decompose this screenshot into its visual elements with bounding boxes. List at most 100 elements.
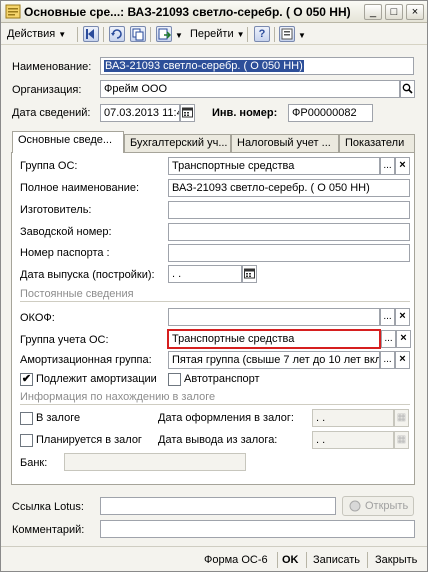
pledge-out-date-field[interactable]: . . <box>312 431 394 449</box>
calendar-icon[interactable]: ▦ <box>394 431 409 449</box>
vehicle-checkbox-label: Автотранспорт <box>184 373 260 385</box>
pledge-date-label: Дата оформления в залог: <box>158 412 294 424</box>
bank-label: Банк: <box>20 457 48 469</box>
organization-field[interactable]: Фрейм ООО <box>100 80 400 98</box>
name-label: Наименование: <box>12 61 92 73</box>
open-button[interactable]: Открыть <box>342 496 414 516</box>
toolbar-separator <box>77 27 78 42</box>
okof-label: ОКОФ: <box>20 312 55 324</box>
pledge-checkbox[interactable] <box>20 412 33 425</box>
date-field[interactable]: 07.03.2013 11:4 <box>100 104 180 122</box>
help-icon[interactable]: ? <box>254 26 270 42</box>
window-title: Основные сре...: ВАЗ-21093 светло-серебр… <box>24 5 351 19</box>
permanent-info-heading: Постоянные сведения <box>20 288 134 300</box>
chevron-down-icon: ▼ <box>236 30 245 39</box>
inventory-number-field[interactable]: ФР00000082 <box>288 104 373 122</box>
lotus-link-label: Ссылка Lotus: <box>12 501 84 513</box>
globe-icon <box>349 500 361 512</box>
minimize-button[interactable]: _ <box>364 4 382 20</box>
toolbar: Действия ▼ ▼ Перейти ▼ ? ▼ <box>1 23 427 45</box>
pledge-out-date-label: Дата вывода из залога: <box>158 434 278 446</box>
tab-main-info[interactable]: Основные сведе... <box>12 131 124 153</box>
button-separator <box>277 552 278 568</box>
group-os-field[interactable]: Транспортные средства <box>168 157 380 175</box>
name-field-value: ВАЗ-21093 светло-серебр. ( О 050 НН) <box>104 60 304 72</box>
form-os6-button[interactable]: Форма ОС-6 <box>204 550 268 570</box>
document-window: Основные сре...: ВАЗ-21093 светло-серебр… <box>0 0 428 572</box>
serial-number-label: Заводской номер: <box>20 226 112 238</box>
post-document-icon[interactable] <box>156 26 172 42</box>
button-separator <box>367 552 368 568</box>
name-field[interactable]: ВАЗ-21093 светло-серебр. ( О 050 НН) <box>100 57 414 75</box>
pledge-checkbox-label: В залоге <box>36 412 81 424</box>
title-bar[interactable]: Основные сре...: ВАЗ-21093 светло-серебр… <box>1 1 427 23</box>
clear-icon[interactable]: × <box>396 330 411 348</box>
ok-button[interactable]: OK <box>282 550 299 570</box>
goto-menu[interactable]: Перейти ▼ <box>190 26 245 43</box>
settings-icon[interactable] <box>279 26 295 42</box>
select-button[interactable]: ... <box>381 330 396 348</box>
actions-menu[interactable]: Действия ▼ <box>7 26 66 43</box>
select-button[interactable]: ... <box>380 308 395 326</box>
calendar-icon[interactable]: ▦ <box>394 409 409 427</box>
section-divider <box>20 404 410 405</box>
inventory-number-label: Инв. номер: <box>212 107 278 119</box>
comment-field[interactable] <box>100 520 415 538</box>
goto-menu-label: Перейти <box>190 28 234 40</box>
chevron-down-icon[interactable]: ▼ <box>175 31 183 40</box>
date-label: Дата сведений: <box>12 107 91 119</box>
navigate-back-icon[interactable] <box>83 26 99 42</box>
clear-icon[interactable]: × <box>395 351 410 369</box>
passport-number-field[interactable] <box>168 244 410 262</box>
tab-indicators[interactable]: Показатели <box>339 134 415 152</box>
serial-number-field[interactable] <box>168 223 410 241</box>
passport-number-label: Номер паспорта : <box>20 247 110 259</box>
actions-menu-label: Действия <box>7 28 56 40</box>
chevron-down-icon[interactable]: ▼ <box>298 31 306 40</box>
pledge-info-heading: Информация по нахождению в залоге <box>20 391 216 403</box>
chevron-down-icon: ▼ <box>58 30 67 39</box>
toolbar-separator <box>247 27 248 42</box>
button-separator <box>306 552 307 568</box>
bank-field[interactable] <box>64 453 246 471</box>
release-date-label: Дата выпуска (постройки): <box>20 269 155 281</box>
release-date-field[interactable]: . . <box>168 265 242 283</box>
open-button-label: Открыть <box>365 500 409 512</box>
section-divider <box>20 301 410 302</box>
toolbar-separator <box>150 27 151 42</box>
calendar-icon[interactable] <box>180 104 195 122</box>
account-group-field[interactable]: Транспортные средства <box>167 329 381 349</box>
select-button[interactable]: ... <box>380 157 395 175</box>
tab-tax[interactable]: Налоговый учет ... <box>231 134 339 152</box>
full-name-field[interactable]: ВАЗ-21093 светло-серебр. ( О 050 НН) <box>168 179 410 197</box>
manufacturer-field[interactable] <box>168 201 410 219</box>
amortization-checkbox[interactable]: ✔ <box>20 373 33 386</box>
pledge-planned-checkbox-label: Планируется в залог <box>36 434 142 446</box>
maximize-button[interactable]: □ <box>385 4 403 20</box>
calendar-icon[interactable] <box>242 265 257 283</box>
search-icon[interactable] <box>400 80 415 98</box>
copy-icon[interactable] <box>130 26 146 42</box>
save-button[interactable]: Записать <box>313 550 360 570</box>
organization-label: Организация: <box>12 84 82 96</box>
document-icon <box>5 4 21 19</box>
tab-accounting[interactable]: Бухгалтерский уч... <box>124 134 231 152</box>
close-window-button[interactable]: × <box>406 4 424 20</box>
okof-field[interactable] <box>168 308 380 326</box>
vehicle-checkbox[interactable] <box>168 373 181 386</box>
pledge-planned-checkbox[interactable] <box>20 434 33 447</box>
amortization-checkbox-label: Подлежит амортизации <box>36 373 157 385</box>
full-name-label: Полное наименование: <box>20 182 140 194</box>
manufacturer-label: Изготовитель: <box>20 204 92 216</box>
amortization-group-label: Амортизационная группа: <box>20 354 152 366</box>
pledge-date-field[interactable]: . . <box>312 409 394 427</box>
close-button[interactable]: Закрыть <box>375 550 417 570</box>
clear-icon[interactable]: × <box>395 308 410 326</box>
toolbar-separator <box>274 27 275 42</box>
lotus-link-field[interactable] <box>100 497 336 515</box>
amortization-group-field[interactable]: Пятая группа (свыше 7 лет до 10 лет вкл <box>168 351 380 369</box>
clear-icon[interactable]: × <box>395 157 410 175</box>
select-button[interactable]: ... <box>380 351 395 369</box>
comment-label: Комментарий: <box>12 524 85 536</box>
refresh-icon[interactable] <box>109 26 125 42</box>
